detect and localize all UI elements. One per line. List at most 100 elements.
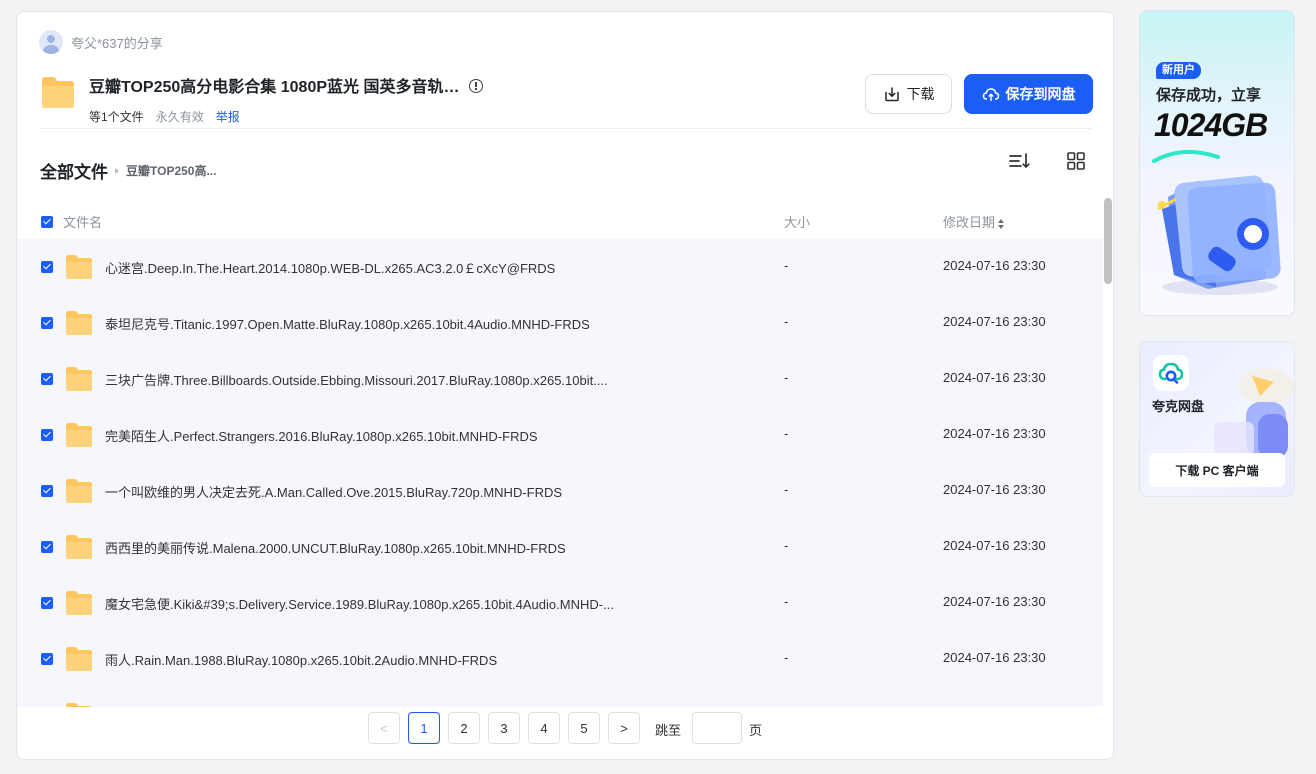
page-button-3[interactable]: 3 [488, 712, 520, 744]
file-size: - [784, 370, 789, 385]
new-user-badge: 新用户 [1156, 62, 1201, 79]
info-icon[interactable] [469, 79, 484, 93]
sharer-info: 夸父*637的分享 [39, 30, 163, 54]
select-all-checkbox[interactable] [41, 216, 53, 228]
row-checkbox[interactable] [41, 429, 53, 441]
page-button-4[interactable]: 4 [528, 712, 560, 744]
promo-headline: 保存成功，立享 [1156, 87, 1262, 104]
file-count: 等1个文件 [89, 110, 144, 124]
pc-client-card[interactable]: 夸克网盘 下载 PC 客户端 [1139, 341, 1295, 497]
file-date: 2024-07-16 23:30 [943, 314, 1046, 329]
sharer-name: 夸父*637的分享 [71, 35, 163, 51]
save-to-drive-button[interactable]: 保存到网盘 [964, 74, 1093, 114]
jump-page-input[interactable] [692, 712, 742, 744]
row-checkbox[interactable] [41, 541, 53, 553]
folder-icon [42, 77, 74, 108]
table-header: 文件名 大小 修改日期 [17, 202, 1103, 236]
file-name[interactable]: 魔女宅急便.Kiki&#39;s.Delivery.Service.1989.B… [105, 594, 614, 613]
table-row-partial[interactable] [17, 687, 1103, 707]
folder-icon [66, 703, 92, 707]
folder-icon [66, 647, 92, 671]
folder-icon [66, 591, 92, 615]
folder-icon [66, 423, 92, 447]
save-label: 保存到网盘 [1005, 86, 1076, 102]
breadcrumb-separator [115, 168, 119, 174]
table-row[interactable]: 心迷宫.Deep.In.The.Heart.2014.1080p.WEB-DL.… [17, 239, 1103, 295]
client-illustration [1214, 368, 1294, 458]
file-list: 心迷宫.Deep.In.The.Heart.2014.1080p.WEB-DL.… [17, 239, 1103, 707]
table-row[interactable]: 泰坦尼克号.Titanic.1997.Open.Matte.BluRay.108… [17, 295, 1103, 351]
share-title: 豆瓣TOP250高分电影合集 1080P蓝光 国英多音轨… [89, 79, 460, 96]
column-header-date[interactable]: 修改日期 [943, 212, 1005, 231]
table-row[interactable]: 西西里的美丽传说.Malena.2000.UNCUT.BluRay.1080p.… [17, 519, 1103, 575]
file-size: - [784, 650, 789, 665]
row-checkbox[interactable] [41, 653, 53, 665]
table-row[interactable]: 三块广告牌.Three.Billboards.Outside.Ebbing.Mi… [17, 351, 1103, 407]
breadcrumb-root[interactable]: 全部文件 [40, 158, 108, 183]
folder-icon [66, 311, 92, 335]
file-date: 2024-07-16 23:30 [943, 426, 1046, 441]
file-size: - [784, 426, 789, 441]
page-button-2[interactable]: 2 [448, 712, 480, 744]
file-date: 2024-07-16 23:30 [943, 482, 1046, 497]
row-checkbox[interactable] [41, 597, 53, 609]
file-date: 2024-07-16 23:30 [943, 650, 1046, 665]
column-header-date-label: 修改日期 [943, 215, 996, 230]
validity-text: 永久有效 [155, 110, 204, 124]
avatar [39, 30, 63, 54]
file-name[interactable]: 泰坦尼克号.Titanic.1997.Open.Matte.BluRay.108… [105, 314, 590, 333]
table-row[interactable]: 雨人.Rain.Man.1988.BluRay.1080p.x265.10bit… [17, 631, 1103, 687]
breadcrumb: 全部文件 豆瓣TOP250高... [40, 158, 216, 183]
folder-icon [66, 535, 92, 559]
sort-arrows-icon[interactable] [998, 218, 1005, 229]
column-header-name: 文件名 [63, 215, 103, 230]
column-header-size: 大小 [784, 215, 811, 230]
sort-icon [1009, 153, 1030, 168]
divider [40, 128, 1092, 129]
download-button[interactable]: 下载 [865, 74, 952, 114]
file-name[interactable]: 完美陌生人.Perfect.Strangers.2016.BluRay.1080… [105, 426, 538, 445]
file-date: 2024-07-16 23:30 [943, 538, 1046, 553]
table-row[interactable]: 魔女宅急便.Kiki&#39;s.Delivery.Service.1989.B… [17, 575, 1103, 631]
page-button-5[interactable]: 5 [568, 712, 600, 744]
sort-button[interactable] [1007, 150, 1031, 172]
share-panel: 夸父*637的分享 豆瓣TOP250高分电影合集 1080P蓝光 国英多音轨… … [16, 11, 1114, 760]
breadcrumb-current: 豆瓣TOP250高... [126, 164, 217, 178]
file-size: - [784, 482, 789, 497]
jump-label: 跳至 [655, 723, 682, 738]
scrollbar-thumb[interactable] [1104, 198, 1112, 284]
row-checkbox[interactable] [41, 317, 53, 329]
row-checkbox[interactable] [41, 261, 53, 273]
file-name[interactable]: 心迷宫.Deep.In.The.Heart.2014.1080p.WEB-DL.… [105, 258, 555, 277]
file-name[interactable]: 一个叫欧维的男人决定去死.A.Man.Called.Ove.2015.BluRa… [105, 482, 562, 501]
prev-page-button[interactable]: < [368, 712, 400, 744]
report-link[interactable]: 举报 [216, 108, 240, 125]
new-user-promo-card[interactable]: 新用户 保存成功，立享 1024GB [1139, 10, 1295, 316]
row-checkbox[interactable] [41, 373, 53, 385]
download-icon [884, 87, 899, 102]
file-size: - [784, 594, 789, 609]
grid-view-icon [1067, 152, 1085, 170]
promo-folder-illustration [1152, 149, 1281, 295]
folder-icon [66, 367, 92, 391]
file-name[interactable]: 三块广告牌.Three.Billboards.Outside.Ebbing.Mi… [105, 370, 608, 389]
page-button-1[interactable]: 1 [408, 712, 440, 744]
share-header: 豆瓣TOP250高分电影合集 1080P蓝光 国英多音轨… 等1个文件 永久有效… [40, 73, 1093, 129]
folder-icon [66, 255, 92, 279]
download-pc-client-button[interactable]: 下载 PC 客户端 [1149, 453, 1285, 487]
pagination: < 1 2 3 4 5 > 跳至 页 [368, 712, 788, 744]
cloud-upload-icon [982, 88, 999, 101]
page-suffix: 页 [749, 723, 763, 738]
folder-icon [66, 479, 92, 503]
file-name[interactable]: 雨人.Rain.Man.1988.BluRay.1080p.x265.10bit… [105, 650, 497, 669]
grid-view-button[interactable] [1065, 150, 1087, 172]
file-size: - [784, 538, 789, 553]
table-row[interactable]: 一个叫欧维的男人决定去死.A.Man.Called.Ove.2015.BluRa… [17, 463, 1103, 519]
row-checkbox[interactable] [41, 485, 53, 497]
table-row[interactable]: 完美陌生人.Perfect.Strangers.2016.BluRay.1080… [17, 407, 1103, 463]
file-date: 2024-07-16 23:30 [943, 370, 1046, 385]
file-date: 2024-07-16 23:30 [943, 594, 1046, 609]
file-name[interactable]: 西西里的美丽传说.Malena.2000.UNCUT.BluRay.1080p.… [105, 538, 566, 557]
next-page-button[interactable]: > [608, 712, 640, 744]
file-size: - [784, 258, 789, 273]
